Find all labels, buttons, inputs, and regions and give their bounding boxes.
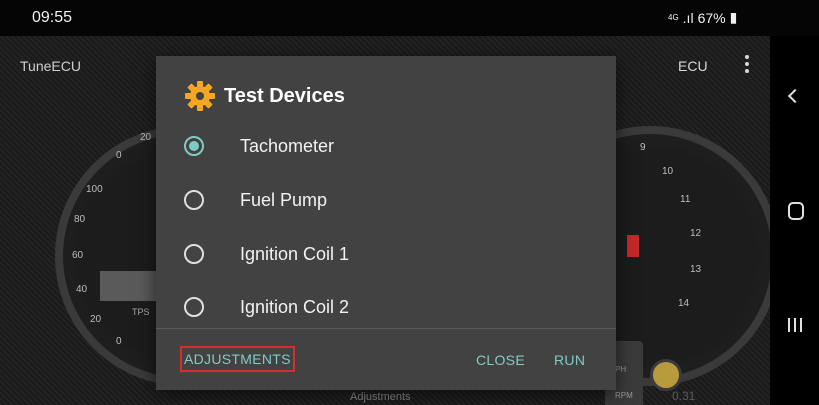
speed-unit-label: PH (615, 365, 627, 374)
test-devices-dialog: Test Devices Tachometer Fuel Pump Igniti… (156, 56, 616, 390)
dialog-title: Test Devices (224, 84, 345, 107)
rpm-unit-label: RPM (615, 391, 633, 400)
network-type-icon: 4G (668, 12, 679, 22)
gauge-tick: 80 (74, 214, 86, 225)
overflow-menu-icon[interactable] (742, 52, 752, 76)
option-label: Tachometer (240, 135, 335, 156)
status-time: 09:55 (32, 9, 73, 26)
battery-percent: 67% (697, 9, 726, 26)
radio-checked-icon[interactable] (184, 136, 204, 156)
gauge-tick: 0 (116, 150, 122, 161)
gauge-tick: 12 (690, 228, 702, 239)
gauge-tick: 10 (662, 166, 674, 177)
tps-bar (100, 271, 160, 301)
dialog-divider (156, 328, 616, 329)
adjustments-tab-label[interactable]: Adjustments (350, 391, 411, 403)
gauge-tick: 100 (86, 184, 103, 195)
tps-label: TPS (132, 307, 150, 317)
radio-unchecked-icon[interactable] (184, 244, 204, 264)
back-icon[interactable] (787, 88, 803, 104)
gear-icon (185, 81, 215, 111)
status-icons: 4G .ıl 67% ▮ (668, 9, 737, 26)
option-tachometer[interactable]: Tachometer (184, 126, 594, 166)
signal-icon: .ıl (682, 9, 694, 26)
status-bar: 09:55 4G .ıl 67% ▮ (0, 0, 819, 36)
recent-apps-icon[interactable] (788, 318, 802, 332)
option-label: Ignition Coil 1 (240, 243, 350, 264)
option-ignition-coil-2[interactable]: Ignition Coil 2 (184, 287, 594, 327)
gauge-tick: 14 (678, 298, 690, 309)
gauge-tick: 60 (72, 250, 84, 261)
option-ignition-coil-1[interactable]: Ignition Coil 1 (184, 234, 594, 274)
gauge-tick: 20 (90, 314, 102, 325)
battery-icon: ▮ (729, 9, 738, 25)
adjustments-button[interactable]: ADJUSTMENTS (180, 346, 295, 372)
status-indicator (650, 359, 682, 391)
option-label: Ignition Coil 2 (240, 296, 350, 317)
run-button[interactable]: RUN (554, 352, 585, 368)
redline-marker (627, 235, 639, 257)
gauge-tick: 11 (680, 194, 691, 205)
gauge-tick: 13 (690, 264, 702, 275)
option-label: Fuel Pump (240, 189, 328, 210)
gauge-tick: 40 (76, 284, 88, 295)
option-fuel-pump[interactable]: Fuel Pump (184, 180, 594, 220)
gauge-tick: 9 (640, 142, 646, 153)
radio-unchecked-icon[interactable] (184, 190, 204, 210)
dialog-header: Test Devices (184, 80, 345, 112)
gauge-tick: 0 (116, 336, 122, 347)
close-button[interactable]: CLOSE (476, 352, 525, 368)
system-nav-bar (770, 36, 819, 405)
home-icon[interactable] (788, 202, 804, 220)
ecu-menu-label[interactable]: ECU (678, 58, 708, 74)
radio-unchecked-icon[interactable] (184, 297, 204, 317)
gauge-tick: 20 (140, 132, 152, 143)
app-title: TuneECU (20, 58, 81, 74)
bottom-value: 0.31 (672, 389, 696, 403)
